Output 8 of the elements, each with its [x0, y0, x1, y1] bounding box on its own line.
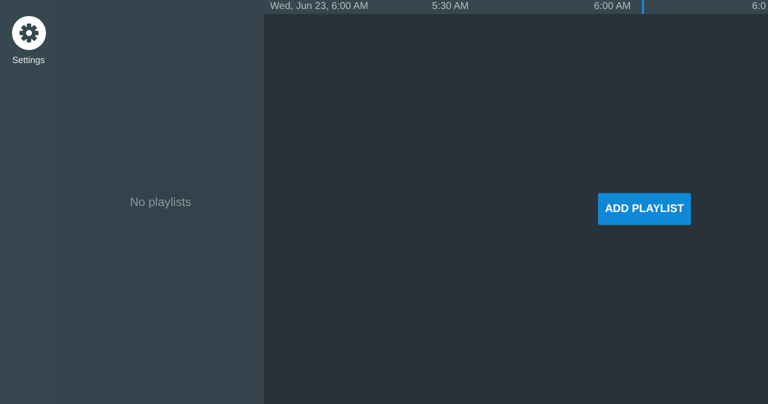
- add-playlist-button[interactable]: ADD PLAYLIST: [598, 192, 691, 226]
- empty-playlists-text: No playlists: [130, 194, 192, 211]
- time-tick-label: 6:00 AM: [594, 0, 631, 14]
- date-label: Wed, Jun 23, 6:00 AM: [270, 0, 368, 14]
- time-tick-label: 6:0: [752, 0, 766, 14]
- settings-label[interactable]: Settings: [12, 54, 45, 68]
- time-tick-label: 5:30 AM: [432, 0, 469, 14]
- settings-icon[interactable]: [12, 16, 46, 50]
